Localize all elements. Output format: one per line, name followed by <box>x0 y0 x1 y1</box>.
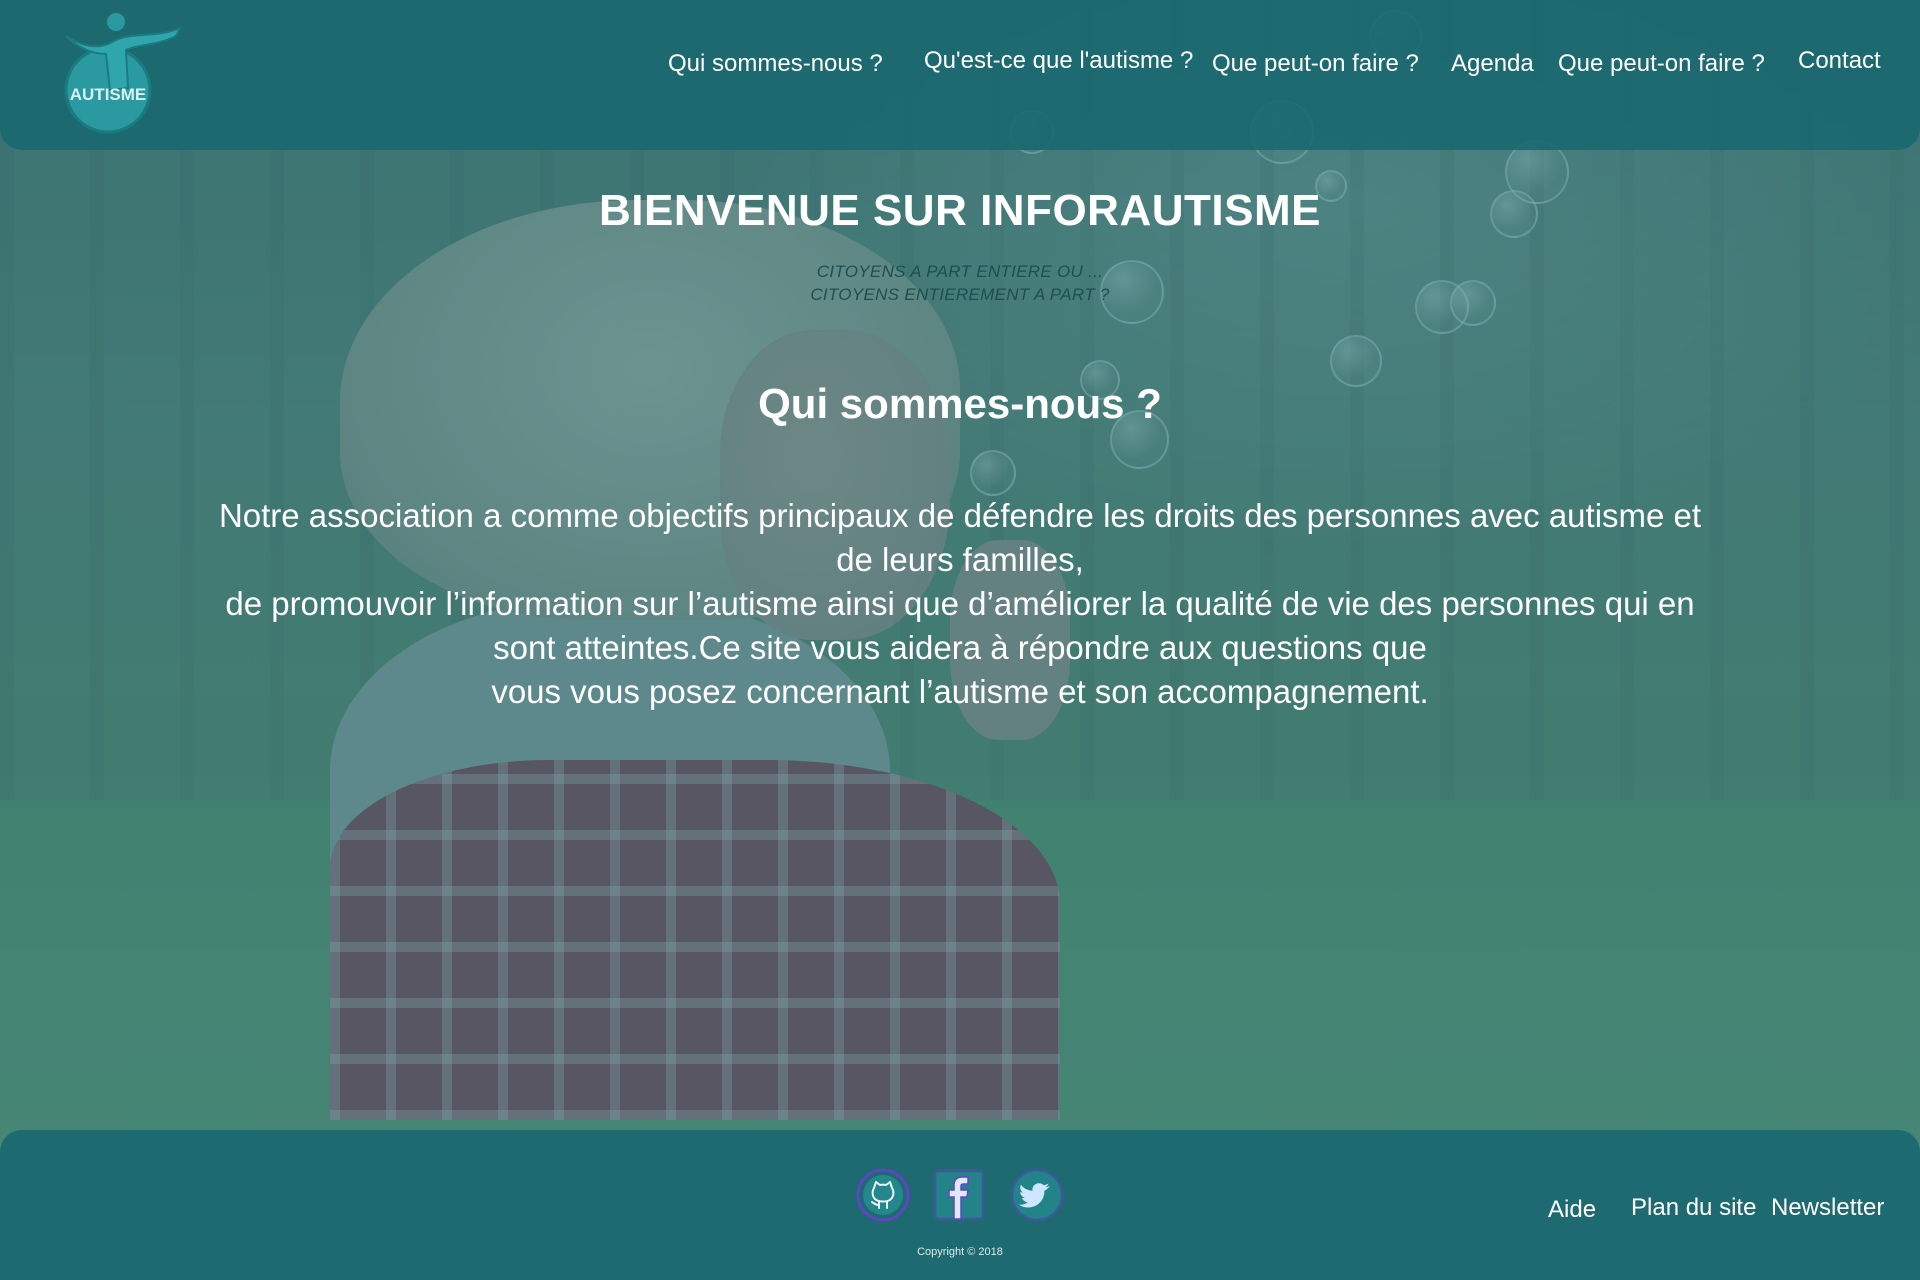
tagline-line-2: CITOYENS ENTIEREMENT A PART ? <box>810 285 1110 304</box>
footer-link-plan-du-site[interactable]: Plan du site <box>1631 1194 1756 1222</box>
section-title: Qui sommes-nous ? <box>758 380 1162 427</box>
nav-item-que-faire[interactable]: Que peut-on faire ? <box>1212 50 1419 78</box>
svg-text:AUTISME: AUTISME <box>70 85 147 104</box>
nav-item-autisme[interactable]: Qu'est-ce que l'autisme ? <box>924 47 1193 75</box>
footer-link-newsletter[interactable]: Newsletter <box>1771 1194 1884 1222</box>
autisme-logo[interactable]: AUTISME <box>58 10 183 138</box>
nav-item-qui-sommes-nous[interactable]: Qui sommes-nous ? <box>668 50 883 78</box>
intro-line: de leurs familles, <box>836 541 1084 578</box>
facebook-icon[interactable] <box>932 1168 986 1222</box>
intro-line: de promouvoir l’information sur l’autism… <box>225 585 1695 622</box>
twitter-icon[interactable] <box>1010 1168 1064 1222</box>
page-title: BIENVENUE SUR INFORAUTISME <box>599 186 1321 235</box>
site-header: AUTISME Qui sommes-nous ? Qu'est-ce que … <box>0 0 1920 150</box>
copyright-text: Copyright © 2018 <box>917 1246 1003 1258</box>
intro-line: Notre association a comme objectifs prin… <box>218 497 1702 534</box>
intro-line: sont atteintes.Ce site vous aidera à rép… <box>493 629 1427 666</box>
github-icon[interactable] <box>856 1168 910 1222</box>
tagline-line-1: CITOYENS A PART ENTIERE OU ... <box>816 262 1104 281</box>
intro-line: vous vous posez concernant l’autisme et … <box>491 673 1429 710</box>
nav-item-contact[interactable]: Contact <box>1798 47 1881 75</box>
nav-item-agenda[interactable]: Agenda <box>1451 50 1534 78</box>
intro-paragraph: Notre association a comme objectifs prin… <box>150 494 1770 714</box>
nav-item-que-faire-2[interactable]: Que peut-on faire ? <box>1558 50 1765 78</box>
footer-link-aide[interactable]: Aide <box>1548 1196 1596 1224</box>
